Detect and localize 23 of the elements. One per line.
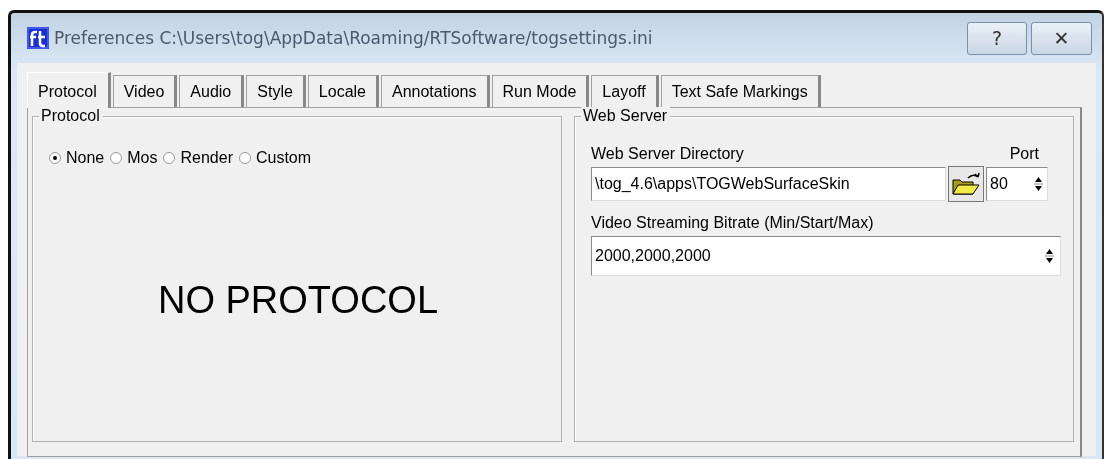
radio-option[interactable]: Custom bbox=[238, 149, 312, 167]
tab[interactable]: Run Mode bbox=[491, 75, 590, 107]
number-field[interactable]: 2000,2000,2000 bbox=[591, 236, 1061, 276]
help-button[interactable]: ? bbox=[967, 21, 1027, 55]
input-field[interactable]: \tog_4.6\apps\TOGWebSurfaceSkin bbox=[591, 167, 946, 201]
tab[interactable]: Annotations bbox=[381, 75, 490, 107]
field-label: Video Streaming Bitrate (Min/Start/Max) bbox=[591, 214, 875, 232]
radio-option[interactable]: None bbox=[49, 149, 105, 167]
tab[interactable]: Audio bbox=[179, 75, 245, 107]
tab[interactable]: Locale bbox=[307, 75, 379, 107]
field-label: Port bbox=[1009, 145, 1039, 163]
number-field[interactable]: 80 bbox=[986, 167, 1048, 201]
tab[interactable]: Protocol bbox=[27, 72, 111, 108]
status-message: NO PROTOCOL bbox=[157, 279, 439, 322]
close-button[interactable]: ✕ bbox=[1031, 21, 1092, 55]
radio-option[interactable]: Mos bbox=[110, 149, 158, 167]
tab[interactable]: Layoff bbox=[591, 75, 659, 107]
tab[interactable]: Text Safe Markings bbox=[660, 75, 821, 107]
radio-option[interactable]: Render bbox=[163, 149, 233, 167]
window-title: Preferences C:\Users\tog\AppData\Roaming/RTSoftware/togsettings.ini bbox=[54, 28, 654, 48]
tab[interactable]: Video bbox=[112, 75, 178, 107]
field-label: Web Server Directory bbox=[591, 145, 744, 163]
tab[interactable]: Style bbox=[246, 75, 306, 107]
